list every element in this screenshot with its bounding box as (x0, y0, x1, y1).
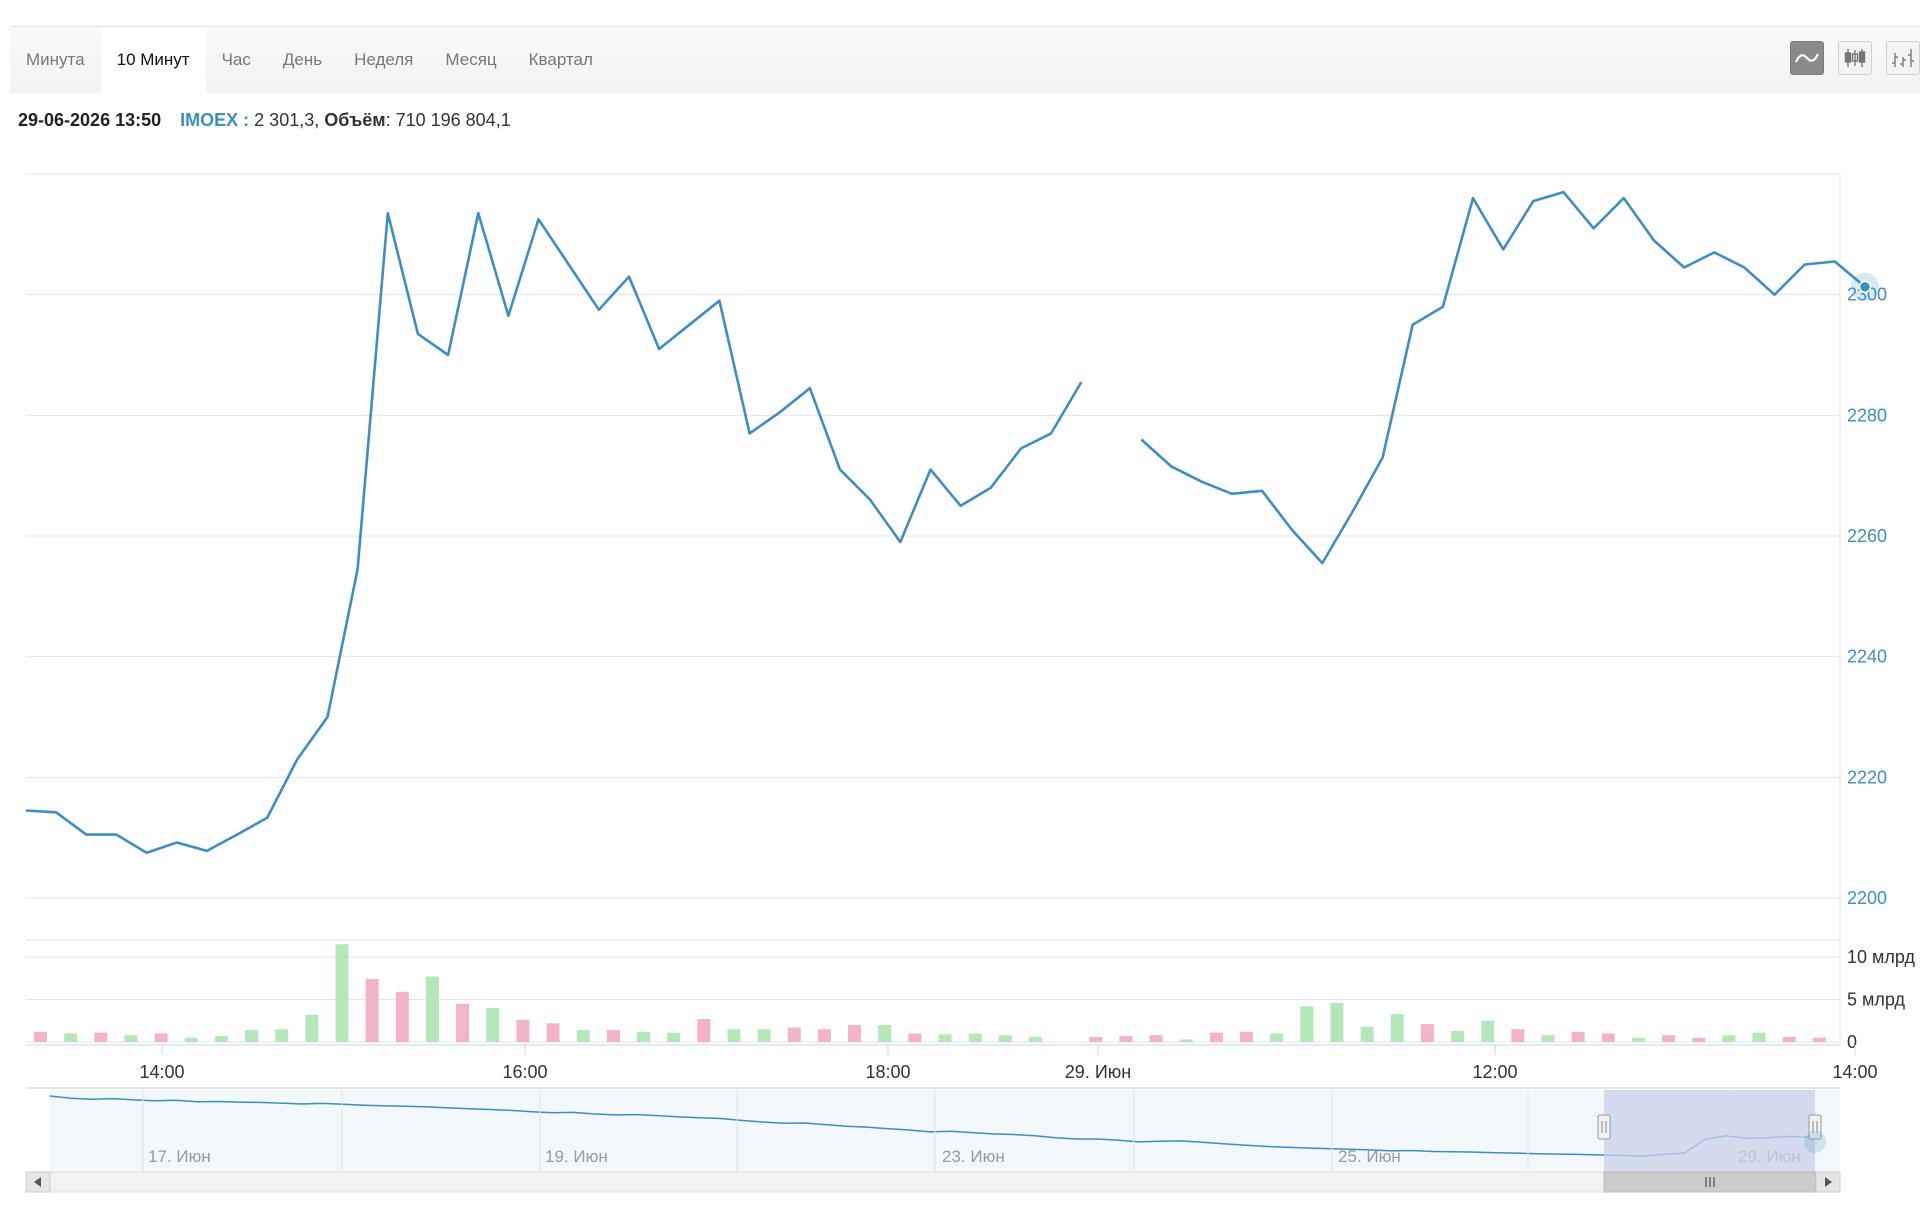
volume-bar (516, 1019, 530, 1042)
volume-bar (395, 991, 409, 1042)
x-tick-label: 18:00 (865, 1062, 910, 1082)
navigator-date-label: 17. Июн (148, 1147, 211, 1166)
volume-bar (154, 1033, 168, 1042)
volume-bar (998, 1035, 1012, 1042)
navigator-date-label: 23. Июн (942, 1147, 1005, 1166)
volume-bar (697, 1019, 711, 1042)
y-tick-label: 2240 (1847, 647, 1887, 667)
volume-bar (1692, 1037, 1706, 1042)
volume-bar (878, 1025, 892, 1042)
volume-bar (456, 1003, 470, 1042)
volume-bar (1119, 1036, 1133, 1042)
y-tick-label: 2220 (1847, 767, 1887, 787)
scrollbar-track (25, 1171, 1841, 1193)
chart-area[interactable]: 22002220224022602280230005 млрд10 млрд14… (0, 0, 1920, 1217)
volume-bar (425, 976, 439, 1042)
price-line-segment (25, 211, 1083, 855)
volume-tick-label: 5 млрд (1847, 990, 1905, 1010)
x-tick-label: 16:00 (502, 1062, 547, 1082)
volume-bar (787, 1027, 801, 1042)
y-tick-label: 2260 (1847, 526, 1887, 546)
volume-tick-label: 0 (1847, 1032, 1857, 1052)
volume-bar (1179, 1039, 1193, 1042)
volume-bar (275, 1029, 289, 1042)
volume-bar (1089, 1036, 1103, 1042)
volume-bar (486, 1008, 500, 1042)
volume-tick-label: 10 млрд (1847, 947, 1915, 967)
navigator-handle[interactable] (1597, 1114, 1611, 1140)
volume-bar (1300, 1006, 1314, 1042)
volume-bar (1571, 1031, 1585, 1042)
volume-bar (34, 1031, 47, 1042)
volume-bar (64, 1033, 78, 1042)
volume-bar (1209, 1032, 1223, 1042)
x-tick-label: 12:00 (1472, 1062, 1517, 1082)
volume-bar (335, 944, 349, 1042)
y-tick-label: 2200 (1847, 888, 1887, 908)
volume-bar (1360, 1026, 1374, 1042)
volume-bar (1240, 1031, 1253, 1042)
volume-bar (817, 1029, 831, 1042)
volume-bar (245, 1030, 259, 1042)
volume-bar (1541, 1035, 1555, 1042)
volume-bar (1511, 1029, 1525, 1042)
x-tick-label: 14:00 (1832, 1062, 1877, 1082)
volume-bar (1451, 1030, 1465, 1042)
volume-bar (637, 1031, 650, 1042)
x-tick-label: 29. Июн (1065, 1062, 1131, 1082)
volume-bar (94, 1032, 108, 1042)
navigator-end-marker (1804, 1131, 1826, 1153)
volume-bar (1420, 1024, 1434, 1042)
volume-bar (968, 1033, 982, 1042)
volume-bar (576, 1030, 590, 1042)
volume-bar (1601, 1033, 1615, 1042)
volume-bar (1782, 1036, 1796, 1042)
volume-bar (1631, 1037, 1645, 1042)
volume-bar (1722, 1035, 1736, 1042)
volume-bar (214, 1036, 228, 1042)
y-tick-label: 2280 (1847, 405, 1887, 425)
price-line-segment (1140, 190, 1866, 565)
navigator-date-label: 19. Июн (545, 1147, 608, 1166)
volume-bar (1149, 1035, 1163, 1042)
volume-bar (1662, 1035, 1676, 1042)
volume-bar (1330, 1002, 1344, 1042)
volume-bar (908, 1033, 922, 1042)
volume-bar (546, 1023, 560, 1042)
volume-bar (1752, 1032, 1766, 1042)
volume-bar (365, 979, 379, 1042)
volume-bar (848, 1025, 862, 1042)
volume-bar (1812, 1037, 1826, 1042)
volume-bar (184, 1037, 198, 1042)
volume-bar (757, 1029, 771, 1042)
last-point-marker (1858, 280, 1872, 294)
x-tick-label: 14:00 (139, 1062, 184, 1082)
volume-bar (124, 1035, 138, 1042)
volume-bar (1028, 1036, 1042, 1042)
navigator-selection (1604, 1090, 1815, 1173)
volume-bar (938, 1034, 952, 1042)
volume-bar (727, 1029, 741, 1042)
volume-bar (1481, 1020, 1495, 1042)
volume-bar (606, 1030, 620, 1042)
volume-bar (1390, 1013, 1404, 1042)
navigator-date-label: 25. Июн (1338, 1147, 1401, 1166)
volume-bar (667, 1032, 681, 1042)
volume-bar (1270, 1033, 1284, 1042)
volume-bar (305, 1014, 319, 1042)
